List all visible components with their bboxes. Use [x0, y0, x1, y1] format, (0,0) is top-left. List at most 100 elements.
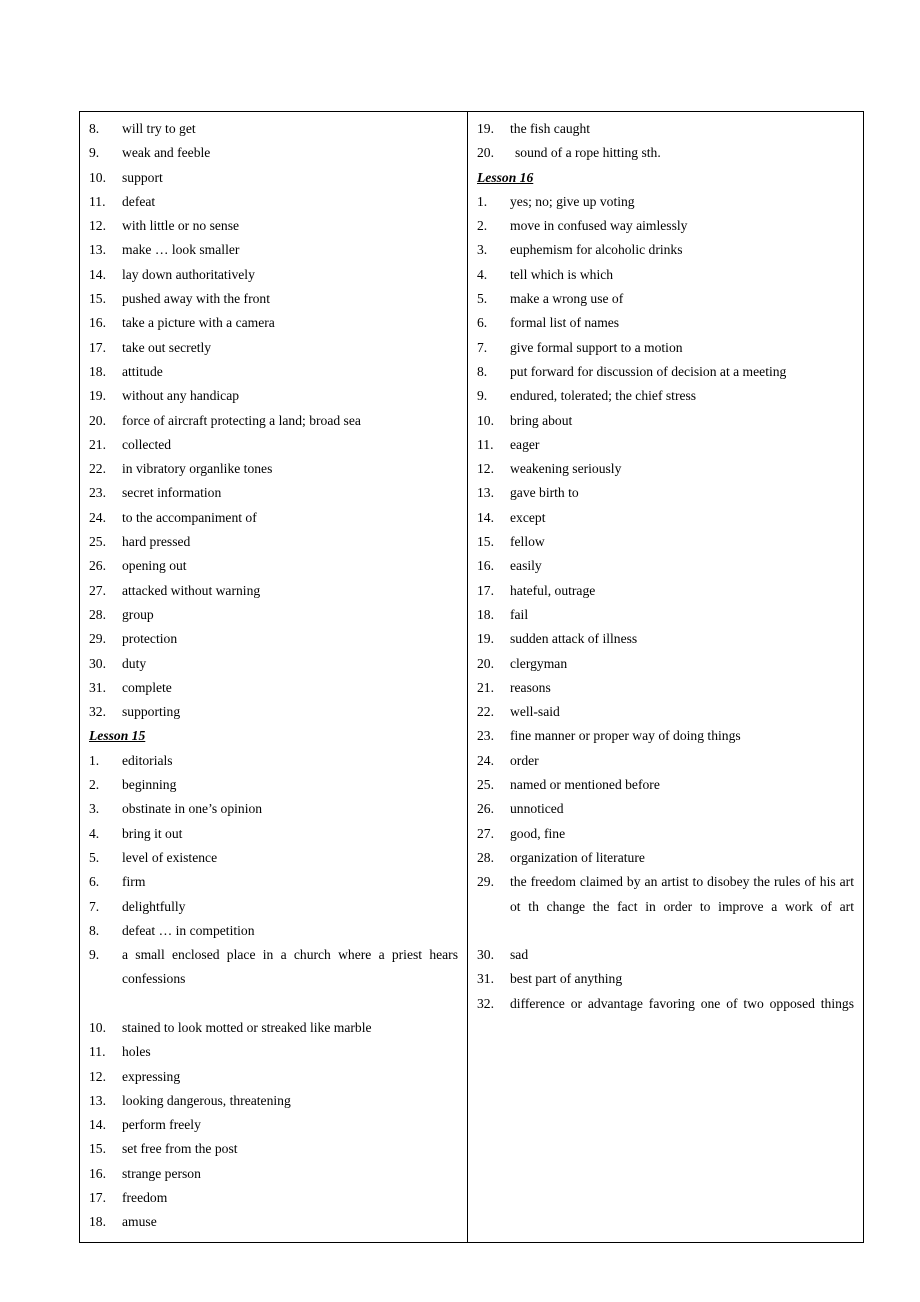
list-item: 16. take a picture with a camera	[89, 311, 458, 335]
list-item-number: 4.	[89, 825, 100, 841]
list-item: 7. give formal support to a motion	[477, 336, 854, 360]
list-item-number: 19.	[477, 631, 494, 647]
list-item-text: group	[122, 606, 154, 622]
list-item-number: 16.	[477, 558, 494, 574]
list-item: 14. except	[477, 506, 854, 530]
vocabulary-list: 8. will try to get 9. weak and feeble 10. sup…	[89, 117, 458, 724]
list-item-text: duty	[122, 655, 147, 671]
list-item: 10. stained to look motted or streaked li…	[89, 1016, 458, 1040]
list-item-number: 1.	[477, 193, 488, 209]
table-row: 8. will try to get 9. weak and feeble 10. sup…	[79, 111, 864, 1243]
list-item: 1. editorials	[89, 749, 458, 773]
list-item: 21. reasons	[477, 676, 854, 700]
list-item: 9. a small enclosed place in a church whe…	[89, 943, 458, 1016]
list-item: 19. the fish caught	[477, 117, 854, 141]
list-item-number: 12.	[89, 1068, 106, 1084]
list-item-number: 14.	[477, 509, 494, 525]
list-item: 30. sad	[477, 943, 854, 967]
list-item: 31. best part of anything	[477, 967, 854, 991]
list-item: 13. looking dangerous, threatening	[89, 1089, 458, 1113]
vocabulary-table: 8. will try to get 9. weak and feeble 10. sup…	[79, 111, 864, 1243]
list-item: 11. holes	[89, 1040, 458, 1064]
list-item-text: delightfully	[122, 898, 186, 914]
list-item-text: make … look smaller	[122, 242, 240, 258]
list-item: 13. make … look smaller	[89, 238, 458, 262]
list-item: 26. opening out	[89, 554, 458, 578]
list-item-number: 8.	[89, 121, 100, 136]
list-item: 8. will try to get	[89, 117, 458, 141]
list-item-text: gave birth to	[510, 485, 579, 501]
list-item-number: 15.	[477, 534, 494, 550]
list-item-number: 9.	[89, 947, 100, 963]
list-item-number: 26.	[477, 801, 494, 817]
list-item-text: weak and feeble	[122, 145, 211, 161]
list-item-text: tell which is which	[510, 266, 614, 282]
list-item: 3. obstinate in one’s opinion	[89, 797, 458, 821]
list-item: 25. hard pressed	[89, 530, 458, 554]
list-item: 7. delightfully	[89, 895, 458, 919]
list-item: 11. defeat	[89, 190, 458, 214]
list-item-number: 19.	[89, 388, 106, 404]
list-item-number: 18.	[89, 363, 106, 379]
list-item: 11. eager	[477, 433, 854, 457]
list-item-text: amuse	[122, 1214, 157, 1230]
list-item-number: 14.	[89, 1117, 106, 1133]
list-item-number: 10.	[89, 1019, 106, 1035]
list-item-text: defeat	[122, 193, 156, 209]
list-item-text: defeat … in competition	[122, 922, 255, 938]
list-item-text: in vibratory organlike tones	[122, 461, 273, 477]
list-item: 30. duty	[89, 652, 458, 676]
list-item: 14. perform freely	[89, 1113, 458, 1137]
list-item-text: sad	[510, 947, 529, 963]
list-item-number: 22.	[477, 704, 494, 720]
list-item-text: good, fine	[510, 825, 566, 841]
left-column-content: 8. will try to get 9. weak and feeble 10. sup…	[89, 117, 458, 1235]
list-item: 1. yes; no; give up voting	[477, 190, 854, 214]
list-item-text: well-said	[510, 704, 560, 720]
list-item: 32. difference or advantage favoring one …	[477, 992, 854, 1041]
list-item-text: attitude	[122, 363, 163, 379]
list-item-number: 13.	[477, 485, 494, 501]
list-item-text: take a picture with a camera	[122, 315, 275, 331]
list-item-text: make a wrong use of	[510, 291, 624, 307]
list-item: 29. the freedom claimed by an artist to d…	[477, 870, 854, 943]
list-item-number: 13.	[89, 242, 106, 258]
list-item: 5. level of existence	[89, 846, 458, 870]
list-item-text: best part of anything	[510, 971, 623, 987]
list-item-number: 31.	[89, 679, 106, 695]
list-item: 19. sudden attack of illness	[477, 627, 854, 651]
list-item: 16. easily	[477, 554, 854, 578]
list-item-text: opening out	[122, 558, 187, 574]
list-item-number: 27.	[89, 582, 106, 598]
list-item: 22. well-said	[477, 700, 854, 724]
list-item-text: unnoticed	[510, 801, 564, 817]
list-item-text: sound of a rope hitting sth.	[515, 145, 661, 161]
list-item: 12. weakening seriously	[477, 457, 854, 481]
list-item-text: protection	[122, 631, 178, 647]
list-item: 22. in vibratory organlike tones	[89, 457, 458, 481]
list-item: 28. group	[89, 603, 458, 627]
list-item: 4. bring it out	[89, 822, 458, 846]
list-item-number: 20.	[477, 145, 494, 161]
list-item-number: 5.	[89, 849, 100, 865]
list-item-text: freedom	[122, 1190, 168, 1206]
list-item: 27. attacked without warning	[89, 579, 458, 603]
list-item-number: 3.	[89, 801, 100, 817]
list-item: 12. with little or no sense	[89, 214, 458, 238]
list-item-text: with little or no sense	[122, 218, 240, 234]
list-item-number: 25.	[89, 534, 106, 550]
list-item-number: 9.	[89, 145, 100, 161]
list-item: 6. formal list of names	[477, 311, 854, 335]
lesson-heading-label: Lesson 15	[89, 728, 146, 744]
list-item-text: formal list of names	[510, 315, 620, 331]
list-item-number: 17.	[89, 339, 106, 355]
list-item: 14. lay down authoritatively	[89, 263, 458, 287]
list-item-number: 29.	[89, 631, 106, 647]
list-item-text: fellow	[510, 534, 545, 550]
list-item-text: the freedom claimed by an artist to diso…	[510, 874, 854, 914]
list-item: 13. gave birth to	[477, 481, 854, 505]
lesson-heading-group: Lesson 15	[89, 724, 458, 748]
list-item-number: 17.	[89, 1190, 106, 1206]
list-item-number: 3.	[477, 242, 488, 258]
list-item-number: 11.	[89, 193, 106, 209]
